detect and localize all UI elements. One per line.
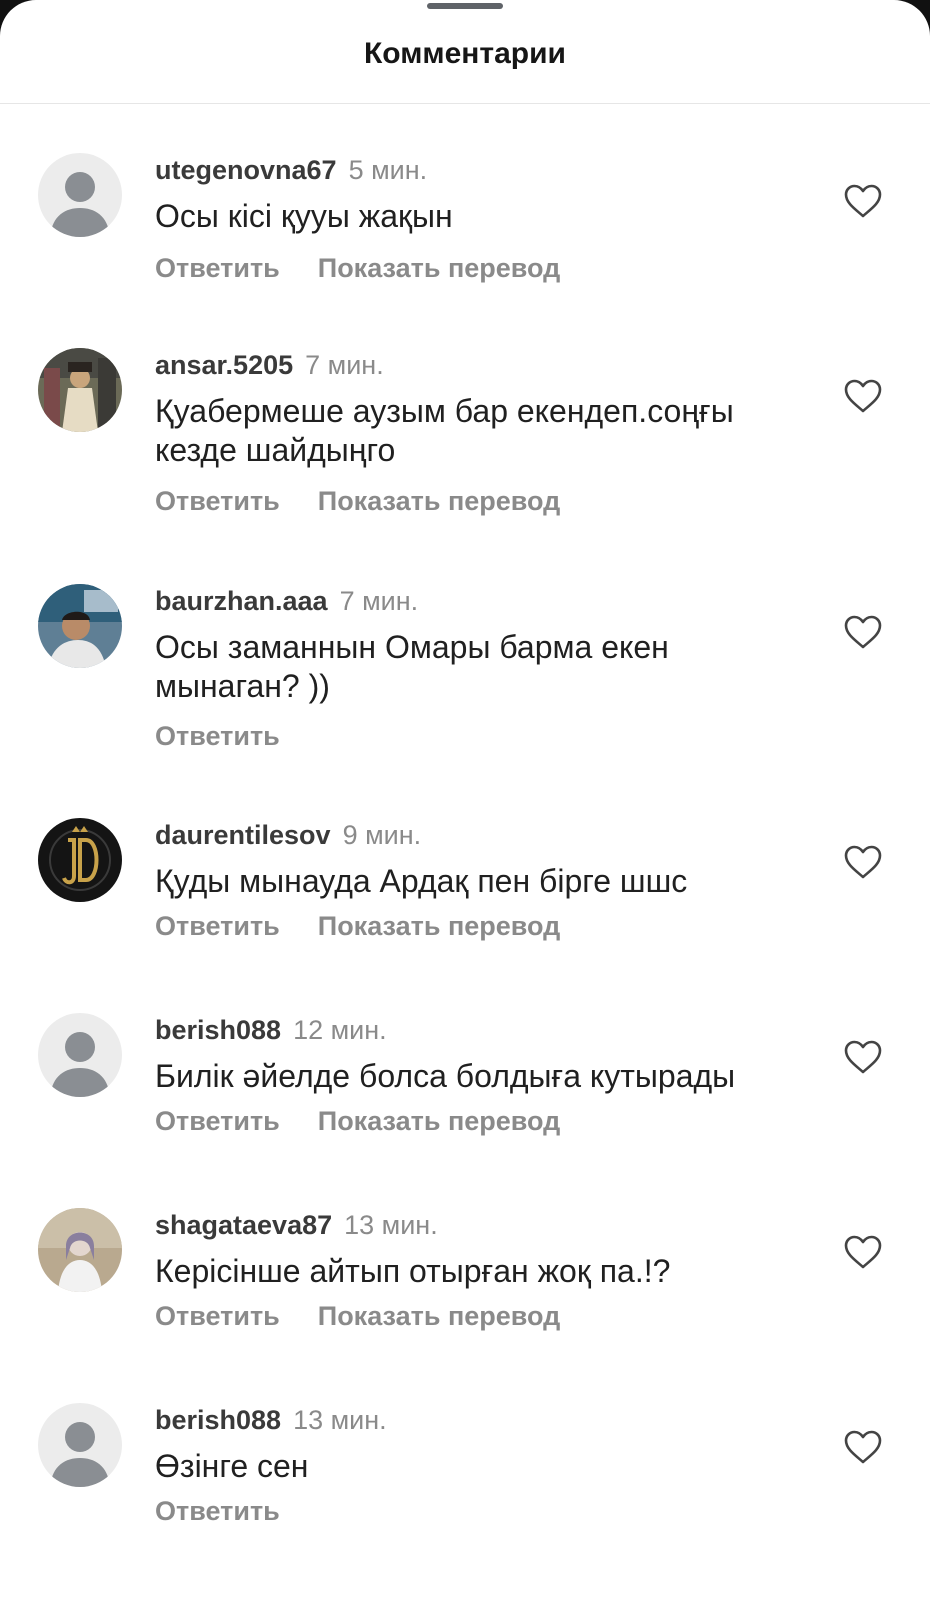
comment-text: Осы кісі қууы жақын — [155, 198, 453, 234]
comment-text: Қуабермеше аузым бар екендеп.соңғы кезде… — [155, 393, 734, 468]
user-silhouette-icon — [38, 1403, 122, 1487]
user-silhouette-icon — [38, 1013, 122, 1097]
show-translation-button[interactable]: Показать перевод — [318, 253, 561, 284]
show-translation-button[interactable]: Показать перевод — [318, 1301, 561, 1332]
comment-meta: berish088 13 мин. — [155, 1403, 387, 1442]
comment-actions: Ответить Показать перевод — [155, 1106, 560, 1137]
comment-meta: shagataeva87 13 мин. — [155, 1208, 438, 1247]
comment-username[interactable]: utegenovna67 — [155, 155, 337, 185]
comment-text: Өзінге сен — [155, 1448, 309, 1484]
reply-button[interactable]: Ответить — [155, 1496, 280, 1527]
heart-outline-icon[interactable] — [843, 1234, 883, 1270]
comment-actions: Ответить — [155, 1496, 280, 1527]
comment-username[interactable]: shagataeva87 — [155, 1210, 332, 1240]
comment-username[interactable]: ansar.5205 — [155, 350, 293, 380]
reply-button[interactable]: Ответить — [155, 721, 280, 752]
comment-time: 13 мин. — [344, 1210, 438, 1240]
reply-button[interactable]: Ответить — [155, 911, 280, 942]
comment-text: Қуды мынауда Ардақ пен бірге шшс — [155, 863, 688, 899]
comments-sheet: Комментарии utegenovna67 5 мин. Осы кісі … — [0, 0, 930, 1600]
avatar[interactable] — [38, 584, 122, 668]
heart-outline-icon[interactable] — [843, 1429, 883, 1465]
comment-text: Билік әйелде болса болдыға кутырады — [155, 1058, 736, 1094]
comment-time: 9 мин. — [342, 820, 422, 850]
heart-outline-icon[interactable] — [843, 614, 883, 650]
comment-meta: baurzhan.aaa 7 мин. — [155, 584, 418, 623]
user-photo — [38, 1208, 122, 1292]
comment-username[interactable]: berish088 — [155, 1405, 281, 1435]
user-logo-image — [38, 818, 122, 902]
drag-handle[interactable] — [427, 3, 503, 9]
comment-username[interactable]: berish088 — [155, 1015, 281, 1045]
avatar[interactable] — [38, 1208, 122, 1292]
avatar[interactable] — [38, 1403, 122, 1487]
avatar[interactable] — [38, 153, 122, 237]
show-translation-button[interactable]: Показать перевод — [318, 1106, 561, 1137]
heart-outline-icon[interactable] — [843, 844, 883, 880]
comment-meta: berish088 12 мин. — [155, 1013, 387, 1052]
heart-outline-icon[interactable] — [843, 1039, 883, 1075]
comment-meta: ansar.5205 7 мин. — [155, 348, 384, 387]
user-photo — [38, 348, 122, 432]
heart-outline-icon[interactable] — [843, 183, 883, 219]
user-photo — [38, 584, 122, 668]
comment-actions: Ответить — [155, 721, 280, 752]
reply-button[interactable]: Ответить — [155, 1106, 280, 1137]
comment-text: Осы заманнын Омары барма екен мынаган? )… — [155, 629, 669, 704]
reply-button[interactable]: Ответить — [155, 486, 280, 517]
comment-actions: Ответить Показать перевод — [155, 486, 560, 517]
comment-actions: Ответить Показать перевод — [155, 911, 560, 942]
show-translation-button[interactable]: Показать перевод — [318, 911, 561, 942]
heart-outline-icon[interactable] — [843, 378, 883, 414]
comment-time: 5 мин. — [348, 155, 428, 185]
comment-username[interactable]: daurentilesov — [155, 820, 331, 850]
show-translation-button[interactable]: Показать перевод — [318, 486, 561, 517]
comment-meta: utegenovna67 5 мин. — [155, 153, 427, 192]
comment-username[interactable]: baurzhan.aaa — [155, 586, 328, 616]
comment-time: 7 мин. — [305, 350, 384, 380]
avatar[interactable] — [38, 818, 122, 902]
comment-actions: Ответить Показать перевод — [155, 253, 560, 284]
comment-text: Керісінше айтып отырған жоқ па.!? — [155, 1253, 671, 1289]
comment-time: 12 мин. — [293, 1015, 387, 1045]
avatar[interactable] — [38, 1013, 122, 1097]
reply-button[interactable]: Ответить — [155, 1301, 280, 1332]
user-silhouette-icon — [38, 153, 122, 237]
comment-actions: Ответить Показать перевод — [155, 1301, 560, 1332]
comment-meta: daurentilesov 9 мин. — [155, 818, 421, 857]
comment-time: 13 мин. — [293, 1405, 387, 1435]
comments-header: Комментарии — [0, 0, 930, 104]
reply-button[interactable]: Ответить — [155, 253, 280, 284]
comments-title: Комментарии — [363, 37, 567, 70]
comment-time: 7 мин. — [339, 586, 419, 616]
avatar[interactable] — [38, 348, 122, 432]
